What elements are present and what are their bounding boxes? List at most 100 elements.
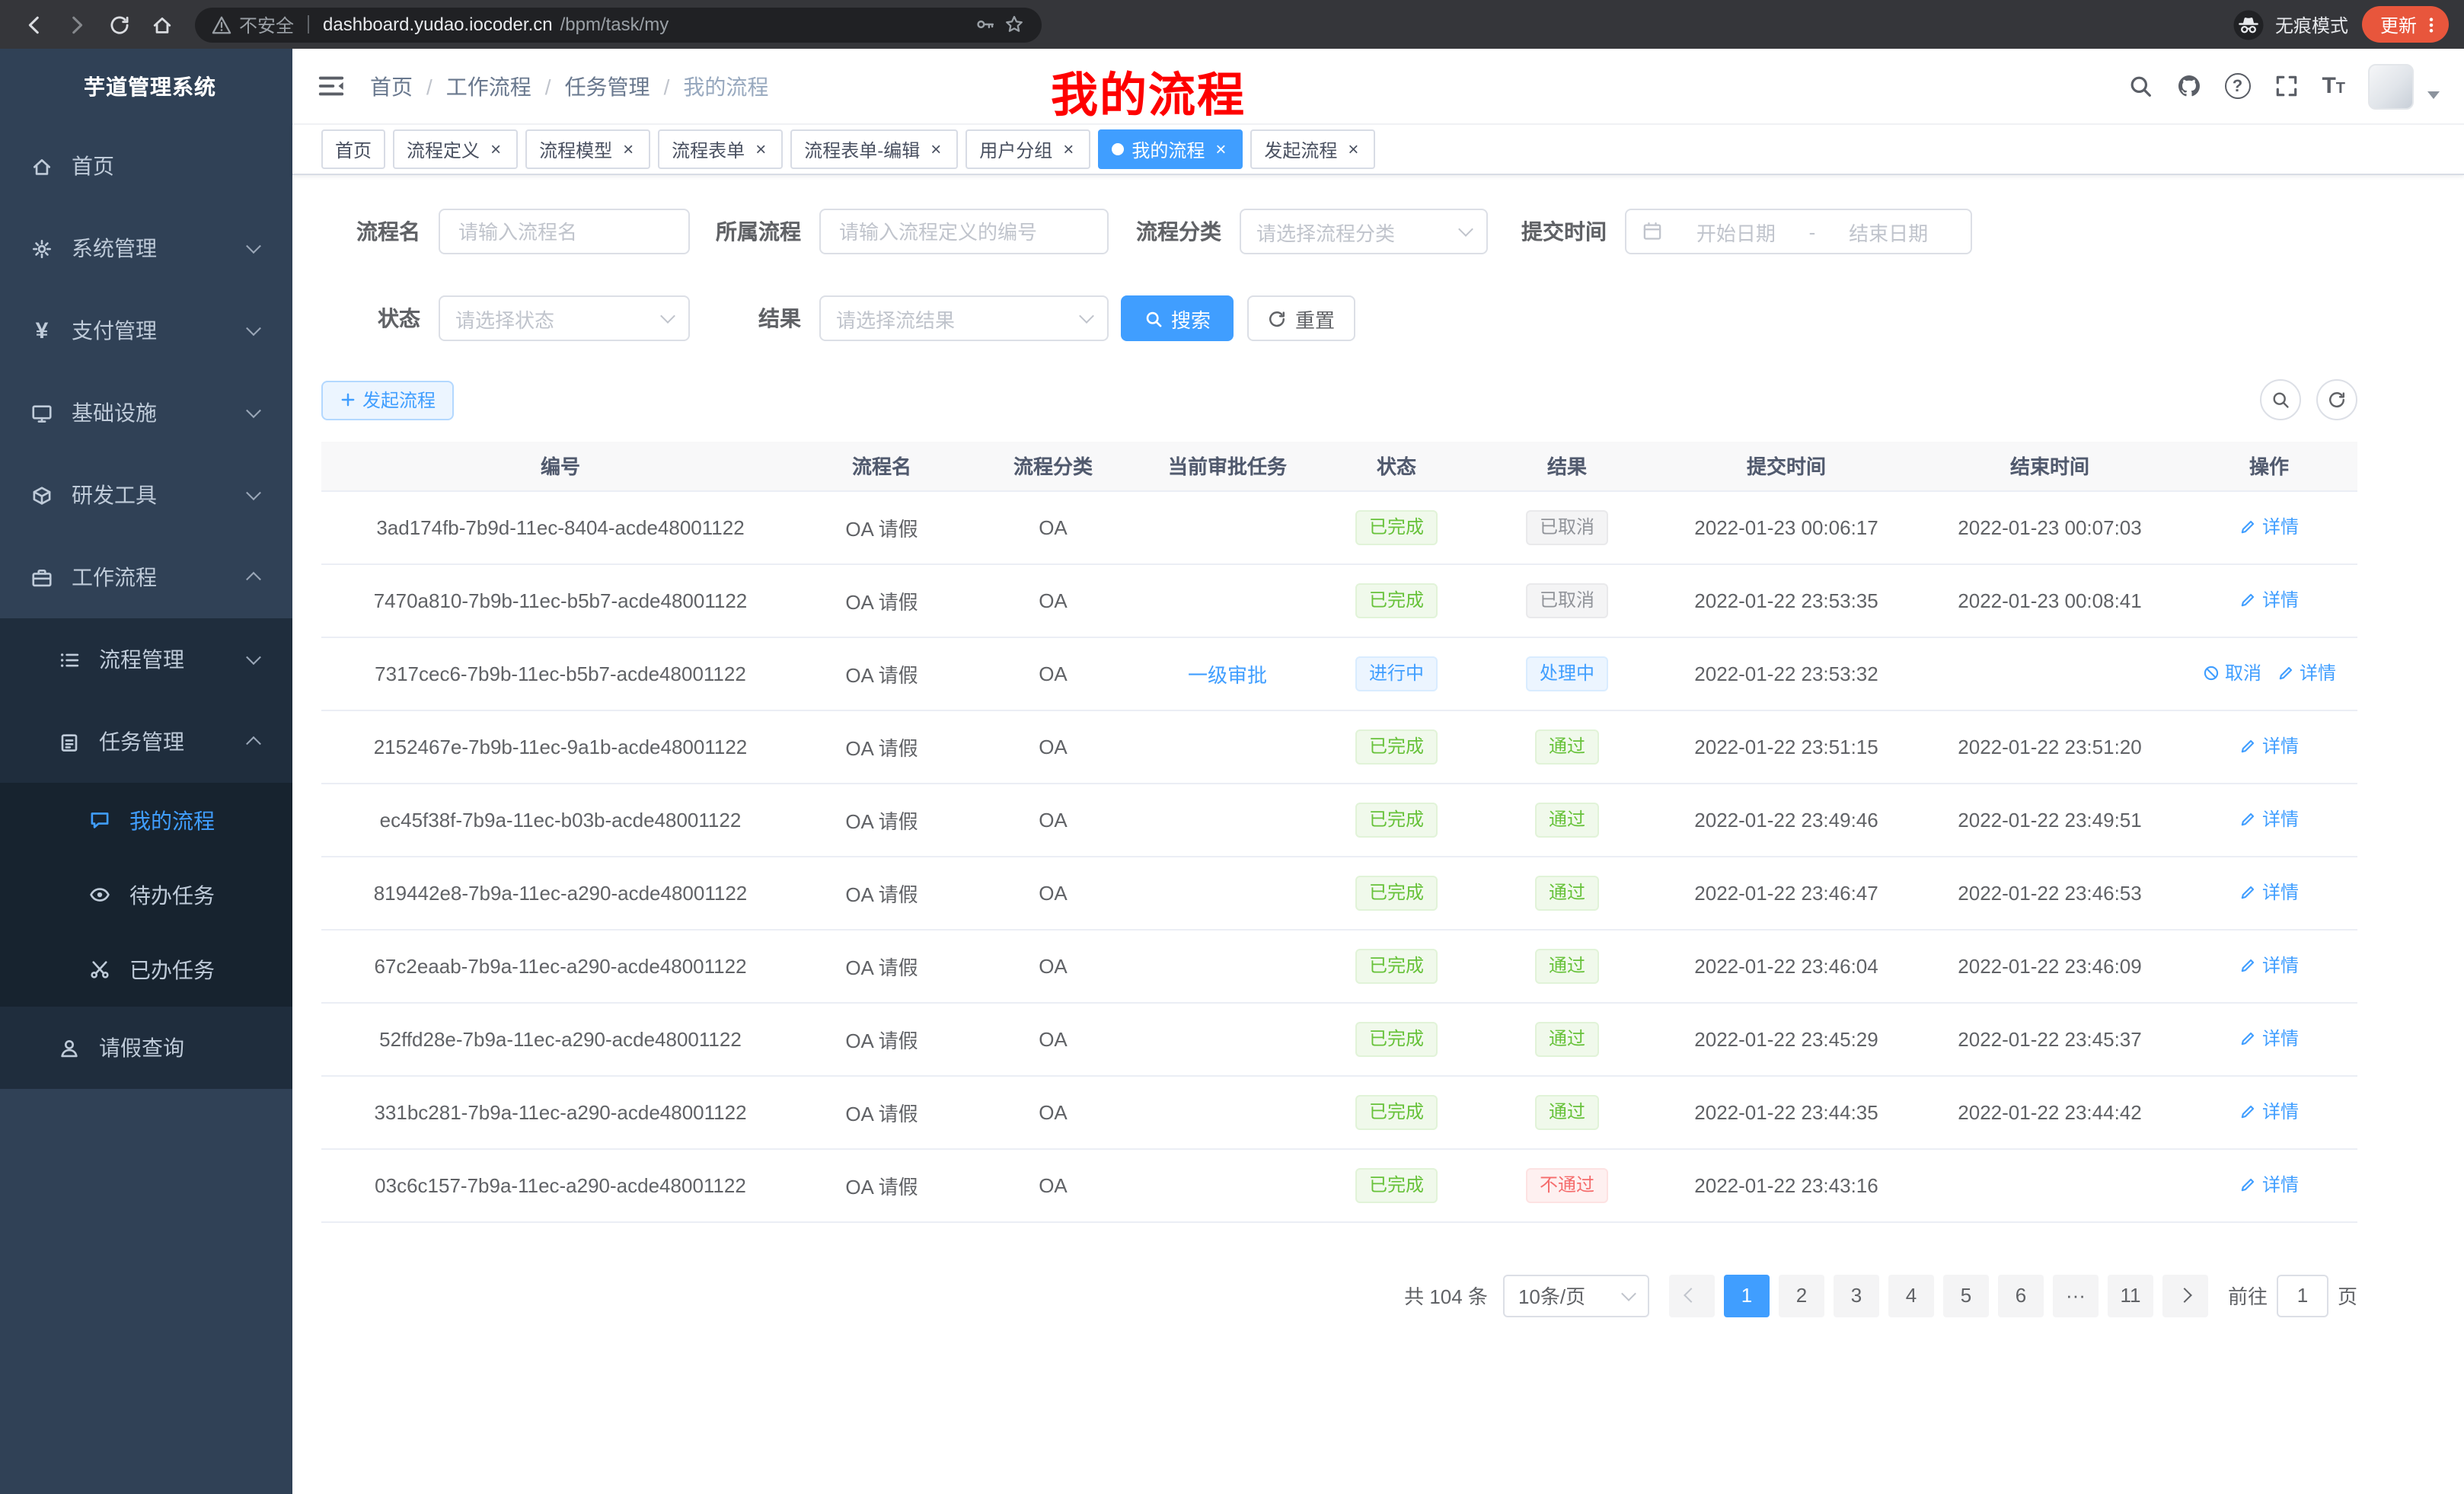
- search-button[interactable]: 搜索: [1121, 295, 1234, 341]
- detail-link[interactable]: 详情: [2277, 660, 2336, 686]
- browser-reload-icon[interactable]: [101, 6, 137, 43]
- sidebar-item-devtools[interactable]: 研发工具: [0, 454, 292, 536]
- tab-my-process[interactable]: 我的流程×: [1098, 129, 1243, 169]
- close-icon[interactable]: ×: [620, 139, 637, 160]
- edit-icon: [2239, 737, 2258, 755]
- detail-link[interactable]: 详情: [2239, 1099, 2299, 1125]
- security-label[interactable]: 不安全: [239, 11, 294, 37]
- tab-home[interactable]: 首页: [321, 129, 385, 169]
- close-icon[interactable]: ×: [927, 139, 944, 160]
- page-button-2[interactable]: 2: [1779, 1274, 1824, 1317]
- goto-page-input[interactable]: [2277, 1274, 2328, 1317]
- detail-link[interactable]: 详情: [2239, 879, 2299, 905]
- close-icon[interactable]: ×: [1345, 139, 1361, 160]
- sidebar-item-system[interactable]: 系统管理: [0, 207, 292, 289]
- sidebar-item-my-process[interactable]: 我的流程: [0, 783, 292, 857]
- status-tag: 已完成: [1355, 1167, 1438, 1202]
- edit-icon: [2239, 1176, 2258, 1194]
- browser-back-icon[interactable]: [15, 6, 52, 43]
- screen: 不安全 dashboard.yudao.iocoder.cn/bpm/task/…: [0, 0, 2464, 1494]
- cell-status: 已完成: [1313, 563, 1480, 637]
- cell-actions: 详情: [2181, 856, 2357, 929]
- page-button-4[interactable]: 4: [1888, 1274, 1934, 1317]
- prev-page-button[interactable]: [1669, 1274, 1715, 1317]
- tab-process-form[interactable]: 流程表单×: [658, 129, 783, 169]
- caret-down-icon[interactable]: [2427, 91, 2440, 99]
- tab-process-definition[interactable]: 流程定义×: [393, 129, 518, 169]
- incognito-icon: [2233, 8, 2265, 40]
- refresh-button[interactable]: [2316, 379, 2357, 420]
- current-task-link[interactable]: 一级审批: [1188, 663, 1267, 686]
- tab-user-group[interactable]: 用户分组×: [965, 129, 1090, 169]
- close-icon[interactable]: ×: [1060, 139, 1077, 160]
- page-button-11[interactable]: 11: [2108, 1274, 2153, 1317]
- sidebar-item-workflow[interactable]: 工作流程: [0, 536, 292, 618]
- breadcrumb-item[interactable]: 首页: [370, 71, 413, 101]
- sidebar-item-payment[interactable]: ¥支付管理: [0, 289, 292, 372]
- sidebar-item-todo-task[interactable]: 待办任务: [0, 857, 292, 932]
- browser-home-icon[interactable]: [143, 6, 180, 43]
- star-icon[interactable]: [1004, 14, 1025, 35]
- detail-link[interactable]: 详情: [2239, 514, 2299, 540]
- cell-end-time: 2022-01-22 23:46:09: [1919, 929, 2181, 1002]
- close-icon[interactable]: ×: [752, 139, 769, 160]
- process-def-input[interactable]: [819, 209, 1109, 254]
- close-icon[interactable]: ×: [487, 139, 504, 160]
- sidebar-item-leave-query[interactable]: 请假查询: [0, 1007, 292, 1089]
- sidebar-item-done-task[interactable]: 已办任务: [0, 932, 292, 1007]
- status-select[interactable]: 请选择状态: [439, 295, 690, 341]
- close-icon[interactable]: ×: [1212, 139, 1229, 160]
- sidebar-item-home[interactable]: 首页: [0, 125, 292, 207]
- page-ellipsis[interactable]: ···: [2053, 1274, 2099, 1317]
- cell-end-time: 2022-01-22 23:45:37: [1919, 1002, 2181, 1075]
- next-page-button[interactable]: [2162, 1274, 2208, 1317]
- sidebar-item-process-management[interactable]: 流程管理: [0, 618, 292, 701]
- sidebar-item-task-management[interactable]: 任务管理: [0, 701, 292, 783]
- submit-time-range[interactable]: 开始日期 - 结束日期: [1625, 209, 1972, 254]
- chat-icon: [88, 809, 111, 832]
- github-icon[interactable]: [2175, 73, 2201, 99]
- font-size-icon[interactable]: TT: [2322, 75, 2345, 97]
- detail-link[interactable]: 详情: [2239, 953, 2299, 978]
- tab-process-form-edit[interactable]: 流程表单-编辑 ×: [790, 129, 958, 169]
- cell-name: OA 请假: [800, 1148, 964, 1221]
- reset-button[interactable]: 重置: [1247, 295, 1355, 341]
- cell-status: 已完成: [1313, 783, 1480, 856]
- address-bar[interactable]: 不安全 dashboard.yudao.iocoder.cn/bpm/task/…: [195, 7, 1042, 42]
- tab-process-model-label: 流程模型: [539, 136, 612, 162]
- tab-process-form-edit-label: 流程表单-编辑: [804, 136, 920, 162]
- search-icon[interactable]: [2127, 73, 2153, 99]
- start-process-button[interactable]: 发起流程: [321, 380, 454, 420]
- chevron-down-icon: [246, 485, 261, 500]
- detail-link[interactable]: 详情: [2239, 1172, 2299, 1198]
- detail-link[interactable]: 详情: [2239, 806, 2299, 832]
- page-button-5[interactable]: 5: [1943, 1274, 1989, 1317]
- result-select[interactable]: 请选择流结果: [819, 295, 1109, 341]
- page-size-select[interactable]: 10条/页: [1503, 1274, 1649, 1317]
- page-button-6[interactable]: 6: [1998, 1274, 2044, 1317]
- menu-dots-icon[interactable]: [2421, 14, 2441, 34]
- cell-actions: 详情: [2181, 1075, 2357, 1148]
- update-button[interactable]: 更新: [2362, 6, 2449, 43]
- toggle-search-button[interactable]: [2260, 379, 2301, 420]
- detail-link[interactable]: 详情: [2239, 733, 2299, 759]
- cancel-link[interactable]: 取消: [2202, 660, 2261, 686]
- avatar[interactable]: [2368, 63, 2414, 109]
- hamburger-icon[interactable]: [317, 72, 346, 101]
- help-icon[interactable]: ?: [2224, 73, 2250, 99]
- fullscreen-icon[interactable]: [2273, 73, 2299, 99]
- page-button-1[interactable]: 1: [1724, 1274, 1770, 1317]
- sidebar-item-infrastructure[interactable]: 基础设施: [0, 372, 292, 454]
- tab-process-model[interactable]: 流程模型 ×: [525, 129, 650, 169]
- browser-forward-icon[interactable]: [58, 6, 94, 43]
- process-name-input[interactable]: [439, 209, 690, 254]
- breadcrumb-item[interactable]: 任务管理: [565, 71, 650, 101]
- category-select[interactable]: 请选择流程分类: [1240, 209, 1488, 254]
- key-icon[interactable]: [975, 14, 996, 35]
- page-button-3[interactable]: 3: [1834, 1274, 1879, 1317]
- breadcrumb-item[interactable]: 工作流程: [446, 71, 531, 101]
- cell-current-task: [1142, 563, 1313, 637]
- tab-start-process[interactable]: 发起流程×: [1250, 129, 1375, 169]
- detail-link[interactable]: 详情: [2239, 587, 2299, 613]
- detail-link[interactable]: 详情: [2239, 1026, 2299, 1052]
